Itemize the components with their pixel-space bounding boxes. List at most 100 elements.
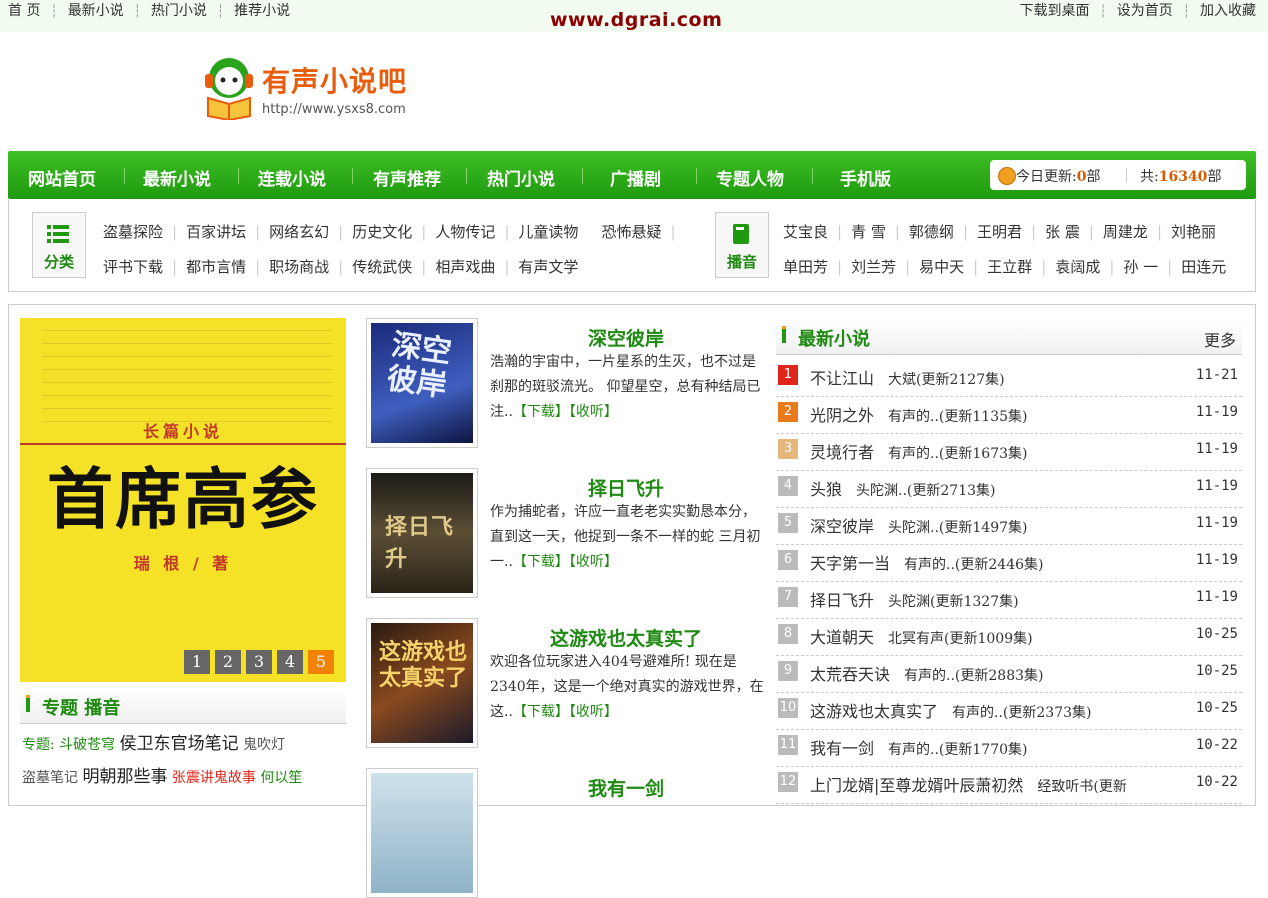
featured-slider[interactable]: 长篇小说 首席高参 瑞 根 / 著 12345 <box>20 318 346 682</box>
novel-name[interactable]: 择日飞升 头陀渊(更新1327集) <box>810 587 1019 611</box>
topic-link[interactable]: 明朝那些事 <box>82 767 167 787</box>
host-link[interactable]: 易中天 <box>919 258 964 276</box>
topic-link[interactable]: 何以笙 <box>260 770 302 786</box>
listen-link[interactable]: 【收听】 <box>569 404 618 420</box>
book-title-1[interactable]: 深空彼岸 <box>490 324 762 351</box>
topic-link[interactable]: 盗墓笔记 <box>22 770 78 786</box>
book-cover-3[interactable]: 这游戏也太真实了 <box>366 618 478 748</box>
cover-image: 择日飞升 <box>371 473 473 593</box>
novel-name[interactable]: 大道朝天 北冥有声(更新1009集) <box>810 624 1033 648</box>
category-urban[interactable]: 都市言情 <box>186 258 246 276</box>
list-item[interactable]: 6 天字第一当 有声的..(更新2446集) 11-19 <box>776 544 1242 582</box>
category-tomb[interactable]: 盗墓探险 <box>103 223 163 241</box>
top-link-recommend[interactable]: 推荐小说 <box>234 3 290 19</box>
slider-page-2[interactable]: 2 <box>215 650 241 674</box>
novel-name[interactable]: 上门龙婿|至尊龙婿叶辰萧初然 经致听书(更新 <box>810 772 1127 796</box>
host-link[interactable]: 单田芳 <box>783 258 828 276</box>
novel-info: 经致听书(更新 <box>1037 779 1127 795</box>
slider-series: 长篇小说 <box>142 422 223 441</box>
site-logo[interactable]: 有声小说吧 http://www.ysxs8.com <box>200 52 440 124</box>
host-link[interactable]: 王立群 <box>987 258 1032 276</box>
novel-name[interactable]: 我有一剑 有声的..(更新1770集) <box>810 735 1027 759</box>
list-item[interactable]: 1 不让江山 大斌(更新2127集) 11-21 <box>776 359 1242 397</box>
nav-item-mobile[interactable]: 手机版 <box>840 165 891 190</box>
category-pingshu[interactable]: 评书下载 <box>103 258 163 276</box>
nav-item-home[interactable]: 网站首页 <box>28 165 96 190</box>
list-item[interactable]: 10 这游戏也太真实了 有声的..(更新2373集) 10-25 <box>776 692 1242 730</box>
list-item[interactable]: 8 大道朝天 北冥有声(更新1009集) 10-25 <box>776 618 1242 656</box>
top-link-hot[interactable]: 热门小说 <box>151 3 207 19</box>
host-link[interactable]: 青 雪 <box>851 223 886 241</box>
book-cover-1[interactable]: 深空彼岸 <box>366 318 478 448</box>
novel-name[interactable]: 不让江山 大斌(更新2127集) <box>810 365 1005 389</box>
category-wuxia[interactable]: 传统武侠 <box>352 258 412 276</box>
latest-more-link[interactable]: 更多 <box>1204 327 1236 351</box>
listen-link[interactable]: 【收听】 <box>569 554 618 570</box>
category-biography[interactable]: 人物传记 <box>435 223 495 241</box>
category-literature[interactable]: 有声文学 <box>518 258 578 276</box>
host-link[interactable]: 田连元 <box>1181 258 1226 276</box>
slider-page-3[interactable]: 3 <box>246 650 272 674</box>
top-link-favorite[interactable]: 加入收藏 <box>1200 3 1256 19</box>
category-lecture[interactable]: 百家讲坛 <box>186 223 246 241</box>
host-link[interactable]: 刘兰芳 <box>851 258 896 276</box>
novel-name[interactable]: 天字第一当 有声的..(更新2446集) <box>810 550 1043 574</box>
listen-link[interactable]: 【收听】 <box>569 704 618 720</box>
download-link[interactable]: 【下载】 <box>513 404 569 420</box>
slider-page-4[interactable]: 4 <box>277 650 303 674</box>
list-item[interactable]: 7 择日飞升 头陀渊(更新1327集) 11-19 <box>776 581 1242 619</box>
host-link[interactable]: 王明君 <box>977 223 1022 241</box>
host-link[interactable]: 孙 一 <box>1123 258 1158 276</box>
novel-name[interactable]: 灵境行者 有声的..(更新1673集) <box>810 439 1027 463</box>
download-link[interactable]: 【下载】 <box>513 704 569 720</box>
novel-name[interactable]: 这游戏也太真实了 有声的..(更新2373集) <box>810 698 1091 722</box>
nav-item-radio-drama[interactable]: 广播剧 <box>610 165 661 190</box>
rank-badge: 3 <box>778 439 798 459</box>
book-title-2[interactable]: 择日飞升 <box>490 474 762 501</box>
host-link[interactable]: 袁阔成 <box>1055 258 1100 276</box>
nav-item-topics[interactable]: 专题人物 <box>716 165 784 190</box>
category-horror[interactable]: 恐怖悬疑 <box>601 223 661 241</box>
nav-item-serial[interactable]: 连载小说 <box>258 165 326 190</box>
category-history[interactable]: 历史文化 <box>352 223 412 241</box>
book-title-3[interactable]: 这游戏也太真实了 <box>490 624 762 651</box>
top-link-latest[interactable]: 最新小说 <box>68 3 124 19</box>
top-link-homepage[interactable]: 设为首页 <box>1117 3 1173 19</box>
slider-page-5[interactable]: 5 <box>308 650 334 674</box>
top-link-desktop[interactable]: 下载到桌面 <box>1020 3 1090 19</box>
host-link[interactable]: 郭德纲 <box>909 223 954 241</box>
topic-link[interactable]: 斗破苍穹 <box>59 737 115 753</box>
category-business[interactable]: 职场商战 <box>269 258 329 276</box>
topic-link[interactable]: 侯卫东官场笔记 <box>120 734 239 754</box>
novel-name[interactable]: 光阴之外 有声的..(更新1135集) <box>810 402 1027 426</box>
host-link[interactable]: 张 震 <box>1045 223 1080 241</box>
nav-item-latest[interactable]: 最新小说 <box>143 165 211 190</box>
list-item[interactable]: 9 太荒吞天诀 有声的..(更新2883集) 10-25 <box>776 655 1242 693</box>
novel-info: 头陀渊..(更新2713集) <box>856 483 996 499</box>
download-link[interactable]: 【下载】 <box>513 554 569 570</box>
list-item[interactable]: 12 上门龙婿|至尊龙婿叶辰萧初然 经致听书(更新 10-22 <box>776 766 1242 804</box>
category-crosstalk[interactable]: 相声戏曲 <box>435 258 495 276</box>
list-item[interactable]: 11 我有一剑 有声的..(更新1770集) 10-22 <box>776 729 1242 767</box>
nav-item-hot[interactable]: 热门小说 <box>487 165 555 190</box>
host-link[interactable]: 艾宝良 <box>783 223 828 241</box>
nav-item-audio-recommend[interactable]: 有声推荐 <box>373 165 441 190</box>
category-children[interactable]: 儿童读物 <box>518 223 578 241</box>
book-cover-4[interactable] <box>366 768 478 898</box>
novel-name[interactable]: 太荒吞天诀 有声的..(更新2883集) <box>810 661 1043 685</box>
top-link-home[interactable]: 首 页 <box>8 3 40 19</box>
category-fantasy[interactable]: 网络玄幻 <box>269 223 329 241</box>
host-link[interactable]: 刘艳丽 <box>1171 223 1216 241</box>
book-title-4[interactable]: 我有一剑 <box>490 774 762 801</box>
list-item[interactable]: 5 深空彼岸 头陀渊..(更新1497集) 11-19 <box>776 507 1242 545</box>
host-link[interactable]: 周建龙 <box>1103 223 1148 241</box>
topic-link[interactable]: 鬼吹灯 <box>243 737 285 753</box>
novel-name[interactable]: 深空彼岸 头陀渊..(更新1497集) <box>810 513 1027 537</box>
list-item[interactable]: 3 灵境行者 有声的..(更新1673集) 11-19 <box>776 433 1242 471</box>
list-item[interactable]: 4 头狼 头陀渊..(更新2713集) 11-19 <box>776 470 1242 508</box>
book-cover-2[interactable]: 择日飞升 <box>366 468 478 598</box>
novel-name[interactable]: 头狼 头陀渊..(更新2713集) <box>810 476 995 500</box>
list-item[interactable]: 2 光阴之外 有声的..(更新1135集) 11-19 <box>776 396 1242 434</box>
slider-page-1[interactable]: 1 <box>184 650 210 674</box>
topic-link[interactable]: 张震讲鬼故事 <box>172 770 256 786</box>
